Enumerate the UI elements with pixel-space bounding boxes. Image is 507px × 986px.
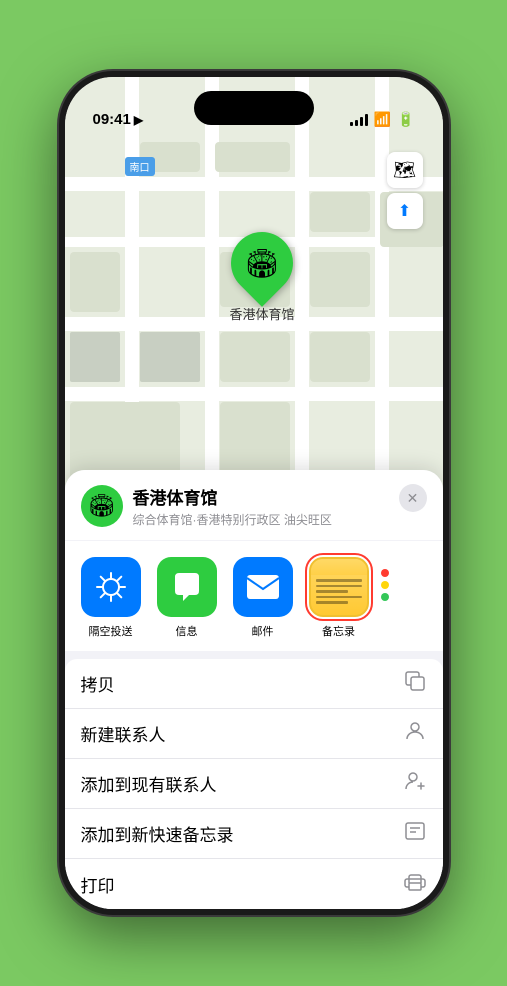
notes-app-icon xyxy=(309,557,369,617)
action-print[interactable]: 打印 xyxy=(65,859,443,909)
add-quick-note-label: 添加到新快速备忘录 xyxy=(81,821,234,846)
map-view-button[interactable]: 🗺 xyxy=(387,152,423,188)
add-existing-contact-label: 添加到现有联系人 xyxy=(81,771,217,796)
location-description: 综合体育馆·香港特别行政区 油尖旺区 xyxy=(133,511,427,528)
status-icons: 📶 🔋 xyxy=(350,111,415,128)
location-arrow-icon: ▶ xyxy=(134,113,143,127)
time-display: 09:41 xyxy=(93,111,131,128)
map-location-label: 南口 xyxy=(125,157,155,176)
airdrop-icon xyxy=(81,557,141,617)
dynamic-island xyxy=(194,91,314,125)
pin-label: 香港体育馆 xyxy=(230,304,295,323)
phone-screen: 09:41 ▶ 📶 🔋 xyxy=(65,77,443,909)
battery-icon: 🔋 xyxy=(397,111,414,128)
copy-icon xyxy=(403,669,427,699)
share-apps-section: 隔空投送 信息 xyxy=(65,541,443,651)
messages-label: 信息 xyxy=(176,623,198,639)
action-add-quick-note[interactable]: 添加到新快速备忘录 xyxy=(65,809,443,859)
map-icon: 🗺 xyxy=(393,160,416,181)
print-label: 打印 xyxy=(81,872,115,897)
notes-label: 备忘录 xyxy=(322,623,355,639)
airdrop-label: 隔空投送 xyxy=(89,623,133,639)
wifi-icon: 📶 xyxy=(374,111,391,128)
close-icon: ✕ xyxy=(407,490,419,507)
map-buttons: 🗺 ⬆ xyxy=(387,152,423,229)
close-button[interactable]: ✕ xyxy=(399,484,427,512)
pin-circle: 🏟 xyxy=(218,219,306,307)
map-label-text: 南口 xyxy=(130,163,150,174)
venue-icon: 🏟 xyxy=(81,485,123,527)
add-contact-icon xyxy=(403,769,427,799)
share-app-mail[interactable]: 邮件 xyxy=(229,557,297,639)
map-area[interactable]: 南口 🗺 ⬆ 🏟 香港体育馆 xyxy=(65,77,443,507)
bottom-sheet: 🏟 香港体育馆 综合体育馆·香港特别行政区 油尖旺区 ✕ xyxy=(65,470,443,909)
stadium-icon: 🏟 xyxy=(244,247,280,280)
location-direction-icon: ⬆ xyxy=(398,201,411,221)
new-contact-label: 新建联系人 xyxy=(81,721,166,746)
status-time: 09:41 ▶ xyxy=(93,111,144,128)
quick-note-icon xyxy=(403,819,427,849)
location-info: 香港体育馆 综合体育馆·香港特别行政区 油尖旺区 xyxy=(133,484,427,528)
action-copy[interactable]: 拷贝 xyxy=(65,659,443,709)
print-icon xyxy=(403,869,427,899)
location-button[interactable]: ⬆ xyxy=(387,193,423,229)
share-app-notes[interactable]: 备忘录 xyxy=(305,557,373,639)
new-contact-icon xyxy=(403,719,427,749)
phone-frame: 09:41 ▶ 📶 🔋 xyxy=(59,71,449,915)
more-apps-indicator[interactable] xyxy=(381,569,389,601)
mail-label: 邮件 xyxy=(252,623,274,639)
messages-icon xyxy=(157,557,217,617)
cellular-signal-icon xyxy=(350,114,368,126)
stadium-pin[interactable]: 🏟 香港体育馆 xyxy=(230,232,295,323)
copy-label: 拷贝 xyxy=(81,671,115,696)
mail-icon xyxy=(233,557,293,617)
share-apps-row: 隔空投送 信息 xyxy=(77,557,431,639)
action-add-existing-contact[interactable]: 添加到现有联系人 xyxy=(65,759,443,809)
location-header: 🏟 香港体育馆 综合体育馆·香港特别行政区 油尖旺区 ✕ xyxy=(65,470,443,540)
action-new-contact[interactable]: 新建联系人 xyxy=(65,709,443,759)
action-list: 拷贝 新建联系人 xyxy=(65,659,443,909)
share-app-airdrop[interactable]: 隔空投送 xyxy=(77,557,145,639)
share-app-messages[interactable]: 信息 xyxy=(153,557,221,639)
location-name: 香港体育馆 xyxy=(133,484,427,509)
